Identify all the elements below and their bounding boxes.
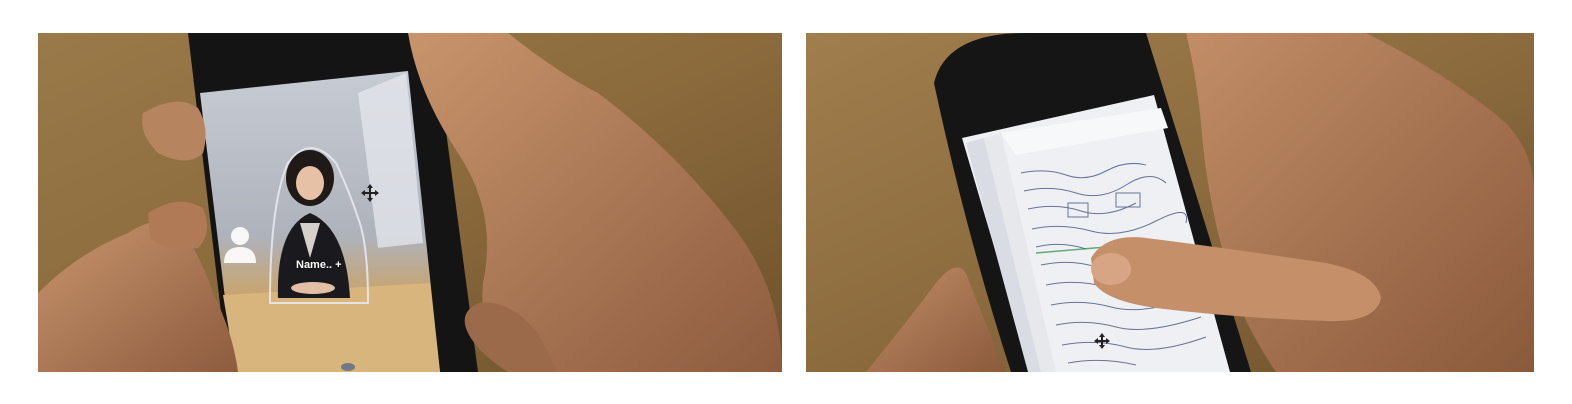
name-tag-label[interactable]: Name.. + — [296, 259, 342, 271]
photo-phone-video-cutout: Name.. + — [38, 33, 782, 372]
photo-right-scene — [806, 33, 1534, 372]
person-face — [296, 166, 324, 200]
photo-left-scene — [38, 33, 782, 372]
photo-phone-notes — [806, 33, 1534, 372]
